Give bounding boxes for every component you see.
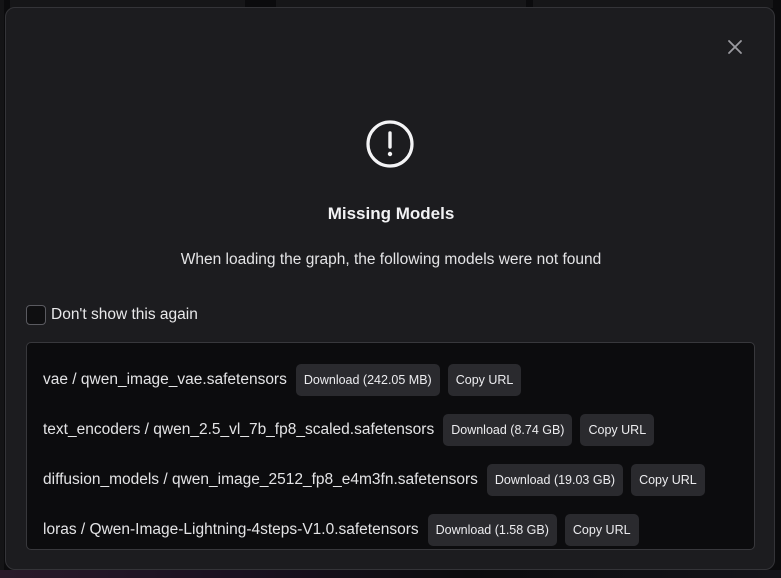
copy-url-button[interactable]: Copy URL xyxy=(631,464,705,496)
background-app-footer xyxy=(0,570,781,578)
download-button[interactable]: Download (8.74 GB) xyxy=(443,414,573,446)
model-path: vae / qwen_image_vae.safetensors xyxy=(43,371,287,388)
dialog-subtitle: When loading the graph, the following mo… xyxy=(180,251,602,268)
list-item: loras / Qwen-Image-Lightning-4steps-V1.0… xyxy=(43,505,754,555)
copy-url-button[interactable]: Copy URL xyxy=(580,414,655,446)
dont-show-again-toggle[interactable]: Don't show this again xyxy=(26,305,198,325)
dont-show-again-checkbox[interactable] xyxy=(26,305,46,325)
copy-url-button[interactable]: Copy URL xyxy=(447,364,522,396)
missing-models-list: vae / qwen_image_vae.safetensors Downloa… xyxy=(26,342,755,550)
list-item: diffusion_models / qwen_image_2512_fp8_e… xyxy=(43,455,754,505)
dialog-title: Missing Models xyxy=(327,204,455,223)
download-button[interactable]: Download (19.03 GB) xyxy=(486,464,624,496)
background-app-edge xyxy=(0,0,4,578)
close-button[interactable] xyxy=(722,34,748,60)
model-path: text_encoders / qwen_2.5_vl_7b_fp8_scale… xyxy=(43,421,435,438)
missing-models-dialog: Missing Models When loading the graph, t… xyxy=(5,7,775,570)
download-button[interactable]: Download (1.58 GB) xyxy=(427,514,557,546)
model-path: diffusion_models / qwen_image_2512_fp8_e… xyxy=(43,471,478,488)
list-item: text_encoders / qwen_2.5_vl_7b_fp8_scale… xyxy=(43,405,754,455)
model-path: loras / Qwen-Image-Lightning-4steps-V1.0… xyxy=(43,521,419,538)
alert-circle-icon xyxy=(366,120,414,168)
close-icon xyxy=(728,40,742,54)
list-item: vae / qwen_image_vae.safetensors Downloa… xyxy=(43,355,754,405)
download-button[interactable]: Download (242.05 MB) xyxy=(295,364,440,396)
copy-url-button[interactable]: Copy URL xyxy=(564,514,639,546)
dont-show-again-label: Don't show this again xyxy=(51,306,198,323)
